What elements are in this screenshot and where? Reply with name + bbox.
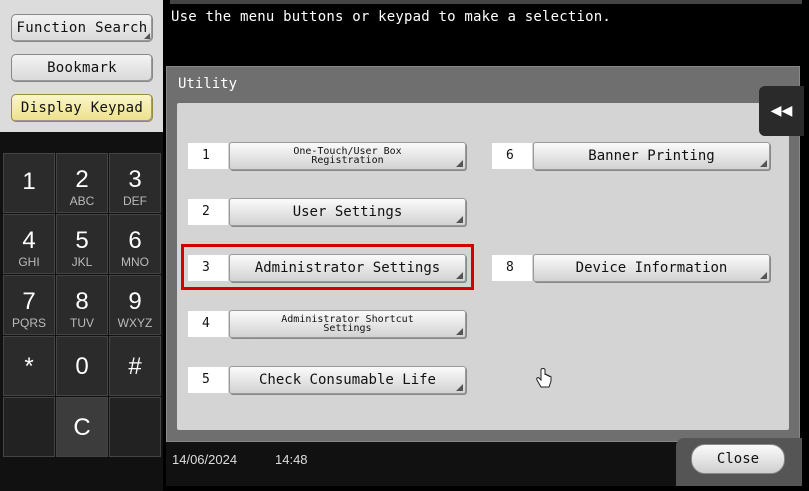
item-number-8: 8 [492, 255, 532, 281]
key-1[interactable]: 1 [3, 153, 55, 213]
key-number: 8 [75, 288, 89, 315]
corner-triangle-icon [760, 272, 767, 279]
check-consumable-life-button[interactable]: Check Consumable Life [229, 366, 466, 394]
item-number-4: 4 [188, 311, 228, 337]
button-label: Banner Printing [588, 148, 715, 164]
key-number: C [73, 414, 91, 441]
item-number-5: 5 [188, 367, 228, 393]
bookmark-label: Bookmark [47, 60, 117, 76]
key-8[interactable]: 8 TUV [56, 275, 108, 335]
key-number: # [128, 353, 142, 380]
key-letters: ABC [69, 194, 95, 208]
key-letters: PQRS [11, 316, 46, 330]
back-button[interactable]: ◀◀ [759, 86, 804, 136]
key-7[interactable]: 7 PQRS [3, 275, 55, 335]
key-clear[interactable]: C [56, 397, 108, 457]
key-5[interactable]: 5 JKL [56, 214, 108, 274]
key-number: 9 [128, 288, 142, 315]
key-number: * [24, 353, 34, 380]
time-display: 14:48 [275, 452, 308, 467]
corner-triangle-icon [456, 216, 463, 223]
date-display: 14/06/2024 [172, 452, 238, 467]
corner-triangle-icon [144, 33, 150, 39]
keypad-blank-left [3, 397, 55, 457]
key-letters: MNO [121, 255, 149, 269]
key-number: 2 [75, 166, 89, 193]
button-label-line2: Registration [311, 155, 384, 166]
selection-highlight [181, 244, 474, 290]
banner-printing-button[interactable]: Banner Printing [533, 142, 770, 170]
function-search-label: Function Search [16, 20, 148, 36]
key-letters: GHI [18, 255, 40, 269]
key-asterisk[interactable]: * [3, 336, 55, 396]
button-label: Check Consumable Life [258, 372, 436, 388]
top-divider [170, 0, 802, 4]
device-information-button[interactable]: Device Information [533, 254, 770, 282]
button-label-line2: Settings [323, 323, 372, 334]
key-letters: WXYZ [117, 316, 153, 330]
instruction-message: Use the menu buttons or keypad to make a… [171, 9, 612, 25]
key-4[interactable]: 4 GHI [3, 214, 55, 274]
key-number: 0 [75, 353, 89, 380]
key-number: 7 [22, 288, 36, 315]
administrator-shortcut-settings-button[interactable]: Administrator Shortcut Settings [229, 310, 466, 338]
corner-triangle-icon [760, 160, 767, 167]
keypad-blank-right [109, 397, 161, 457]
key-2[interactable]: 2 ABC [56, 153, 108, 213]
key-6[interactable]: 6 MNO [109, 214, 161, 274]
utility-title: Utility [178, 76, 238, 92]
corner-triangle-icon [456, 328, 463, 335]
key-number: 4 [22, 227, 36, 254]
key-letters: JKL [71, 255, 93, 269]
close-label: Close [716, 451, 760, 467]
hand-cursor-icon [536, 368, 552, 388]
status-bar [166, 442, 686, 486]
button-label: User Settings [292, 204, 403, 220]
key-3[interactable]: 3 DEF [109, 153, 161, 213]
key-hash[interactable]: # [109, 336, 161, 396]
display-keypad-label: Display Keypad [20, 100, 144, 116]
key-9[interactable]: 9 WXYZ [109, 275, 161, 335]
key-letters: DEF [123, 194, 147, 208]
item-number-6: 6 [492, 143, 532, 169]
one-touch-user-box-registration-button[interactable]: One-Touch/User Box Registration [229, 142, 466, 170]
key-number: 5 [75, 227, 89, 254]
corner-triangle-icon [456, 160, 463, 167]
key-number: 3 [128, 166, 142, 193]
key-number: 1 [22, 168, 36, 195]
item-number-2: 2 [188, 199, 228, 225]
key-letters: TUV [70, 316, 94, 330]
corner-triangle-icon [456, 384, 463, 391]
item-number-1: 1 [188, 143, 228, 169]
function-search-button[interactable]: Function Search [11, 14, 153, 42]
close-button[interactable]: Close [691, 444, 785, 474]
bookmark-button[interactable]: Bookmark [11, 54, 153, 82]
display-keypad-button[interactable]: Display Keypad [11, 94, 153, 122]
double-left-arrow-icon: ◀◀ [770, 100, 793, 121]
user-settings-button[interactable]: User Settings [229, 198, 466, 226]
key-number: 6 [128, 227, 142, 254]
key-0[interactable]: 0 [56, 336, 108, 396]
button-label: Device Information [575, 260, 728, 276]
keypad: 1 2 ABC 3 DEF 4 GHI 5 JKL 6 MNO 7 PQRS 8… [3, 153, 163, 486]
